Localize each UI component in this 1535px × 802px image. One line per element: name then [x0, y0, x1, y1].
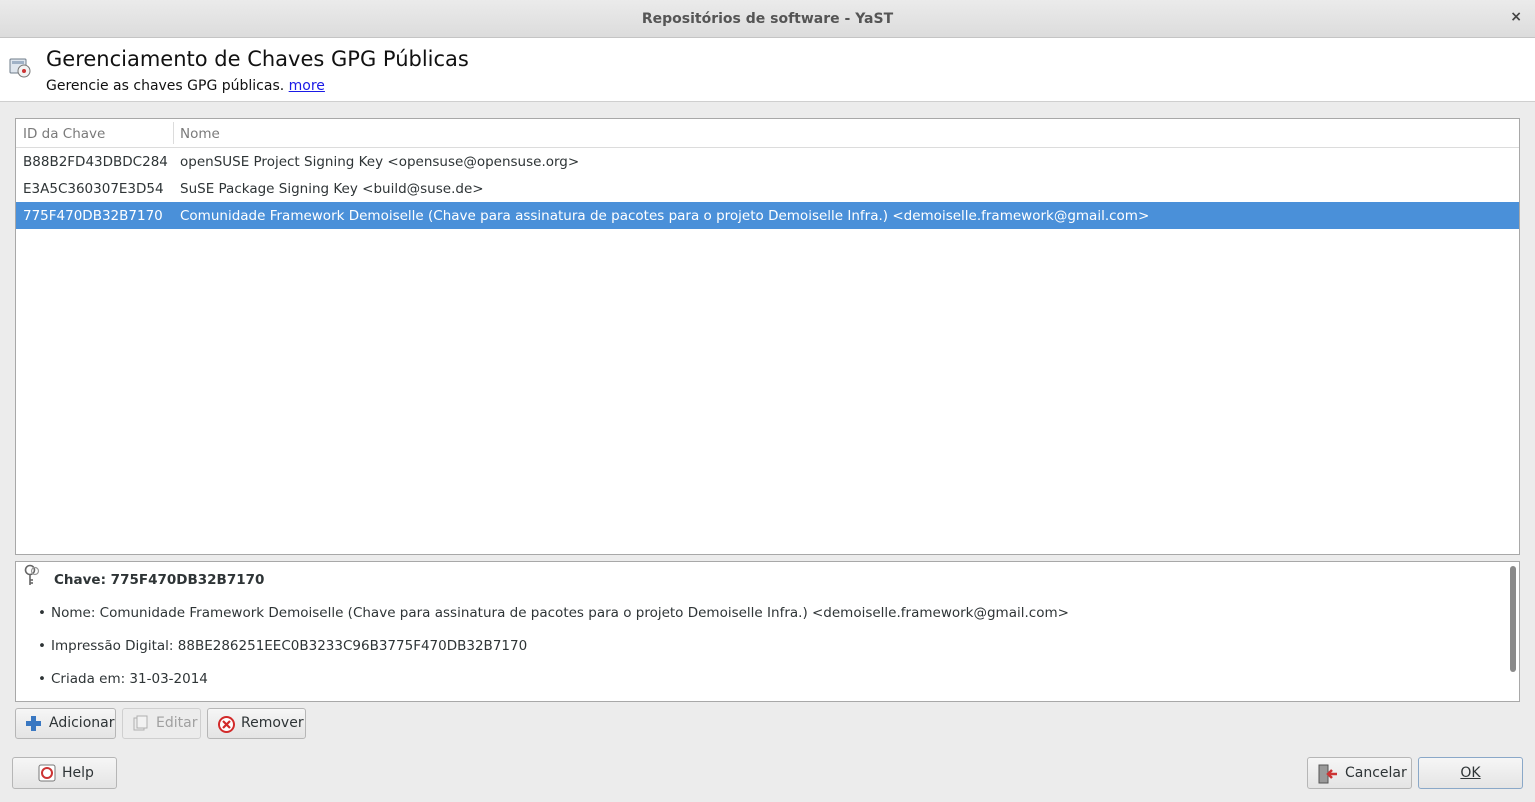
column-separator	[173, 122, 174, 144]
bullet: •	[38, 638, 46, 654]
key-id-cell: 775F470DB32B7170	[23, 208, 163, 224]
page-subtitle: Gerencie as chaves GPG públicas. more	[46, 78, 325, 94]
detail-text: Criada em: 31-03-2014	[51, 671, 208, 687]
detail-item-created: • Criada em: 31-03-2014	[38, 671, 208, 687]
column-header-key-id[interactable]: ID da Chave	[23, 126, 105, 142]
cancel-button-label: Cancelar	[1345, 765, 1407, 781]
table-row-selected[interactable]: 775F470DB32B7170 Comunidade Framework De…	[16, 202, 1519, 229]
key-details-panel: Chave: 775F470DB32B7170 • Nome: Comunidad…	[15, 561, 1520, 702]
gpg-keys-table[interactable]: ID da Chave Nome B88B2FD43DBDC284 openSU…	[15, 118, 1520, 555]
edit-icon	[132, 715, 149, 736]
table-header: ID da Chave Nome	[16, 119, 1519, 148]
key-name-cell: openSUSE Project Signing Key <opensuse@o…	[180, 154, 580, 170]
key-icon	[22, 564, 42, 592]
cancel-button[interactable]: Cancelar	[1307, 757, 1412, 789]
column-header-name[interactable]: Nome	[180, 126, 220, 142]
plus-icon	[25, 715, 42, 736]
details-title: Chave: 775F470DB32B7170	[54, 572, 265, 588]
bullet: •	[38, 671, 46, 687]
detail-text: Impressão Digital: 88BE286251EEC0B3233C9…	[51, 638, 528, 654]
table-row[interactable]: E3A5C360307E3D54 SuSE Package Signing Ke…	[16, 175, 1519, 202]
key-name-cell: SuSE Package Signing Key <build@suse.de>	[180, 181, 484, 197]
key-id-cell: B88B2FD43DBDC284	[23, 154, 168, 170]
table-row[interactable]: B88B2FD43DBDC284 openSUSE Project Signin…	[16, 148, 1519, 175]
remove-button[interactable]: Remover	[207, 708, 306, 739]
key-id-cell: E3A5C360307E3D54	[23, 181, 164, 197]
ok-button-label: OK	[1460, 765, 1481, 781]
detail-item-fingerprint: • Impressão Digital: 88BE286251EEC0B3233C…	[38, 638, 527, 654]
help-icon	[38, 764, 56, 786]
bullet: •	[38, 605, 46, 621]
exit-icon	[1317, 764, 1339, 788]
key-name-cell: Comunidade Framework Demoiselle (Chave p…	[180, 208, 1150, 224]
subtitle-text: Gerencie as chaves GPG públicas.	[46, 78, 285, 94]
help-button-label: Help	[62, 765, 94, 781]
page-title: Gerenciamento de Chaves GPG Públicas	[46, 47, 469, 71]
edit-button[interactable]: Editar	[122, 708, 201, 739]
remove-button-label: Remover	[241, 715, 304, 731]
software-repo-icon	[9, 57, 33, 83]
window-titlebar: Repositórios de software - YaST ×	[0, 0, 1535, 38]
remove-icon	[217, 715, 236, 738]
more-link[interactable]: more	[289, 78, 325, 94]
help-button[interactable]: Help	[12, 757, 117, 789]
window-title: Repositórios de software - YaST	[641, 11, 894, 27]
close-icon[interactable]: ×	[1510, 9, 1522, 25]
ok-button[interactable]: OK	[1418, 757, 1523, 789]
detail-item-name: • Nome: Comunidade Framework Demoiselle (…	[38, 605, 1069, 621]
details-scrollbar[interactable]	[1510, 566, 1516, 672]
dialog-header: Gerenciamento de Chaves GPG Públicas Ger…	[0, 38, 1535, 102]
add-button-label: Adicionar	[49, 715, 115, 731]
add-button[interactable]: Adicionar	[15, 708, 116, 739]
detail-text: Nome: Comunidade Framework Demoiselle (C…	[51, 605, 1069, 621]
edit-button-label: Editar	[156, 715, 198, 731]
